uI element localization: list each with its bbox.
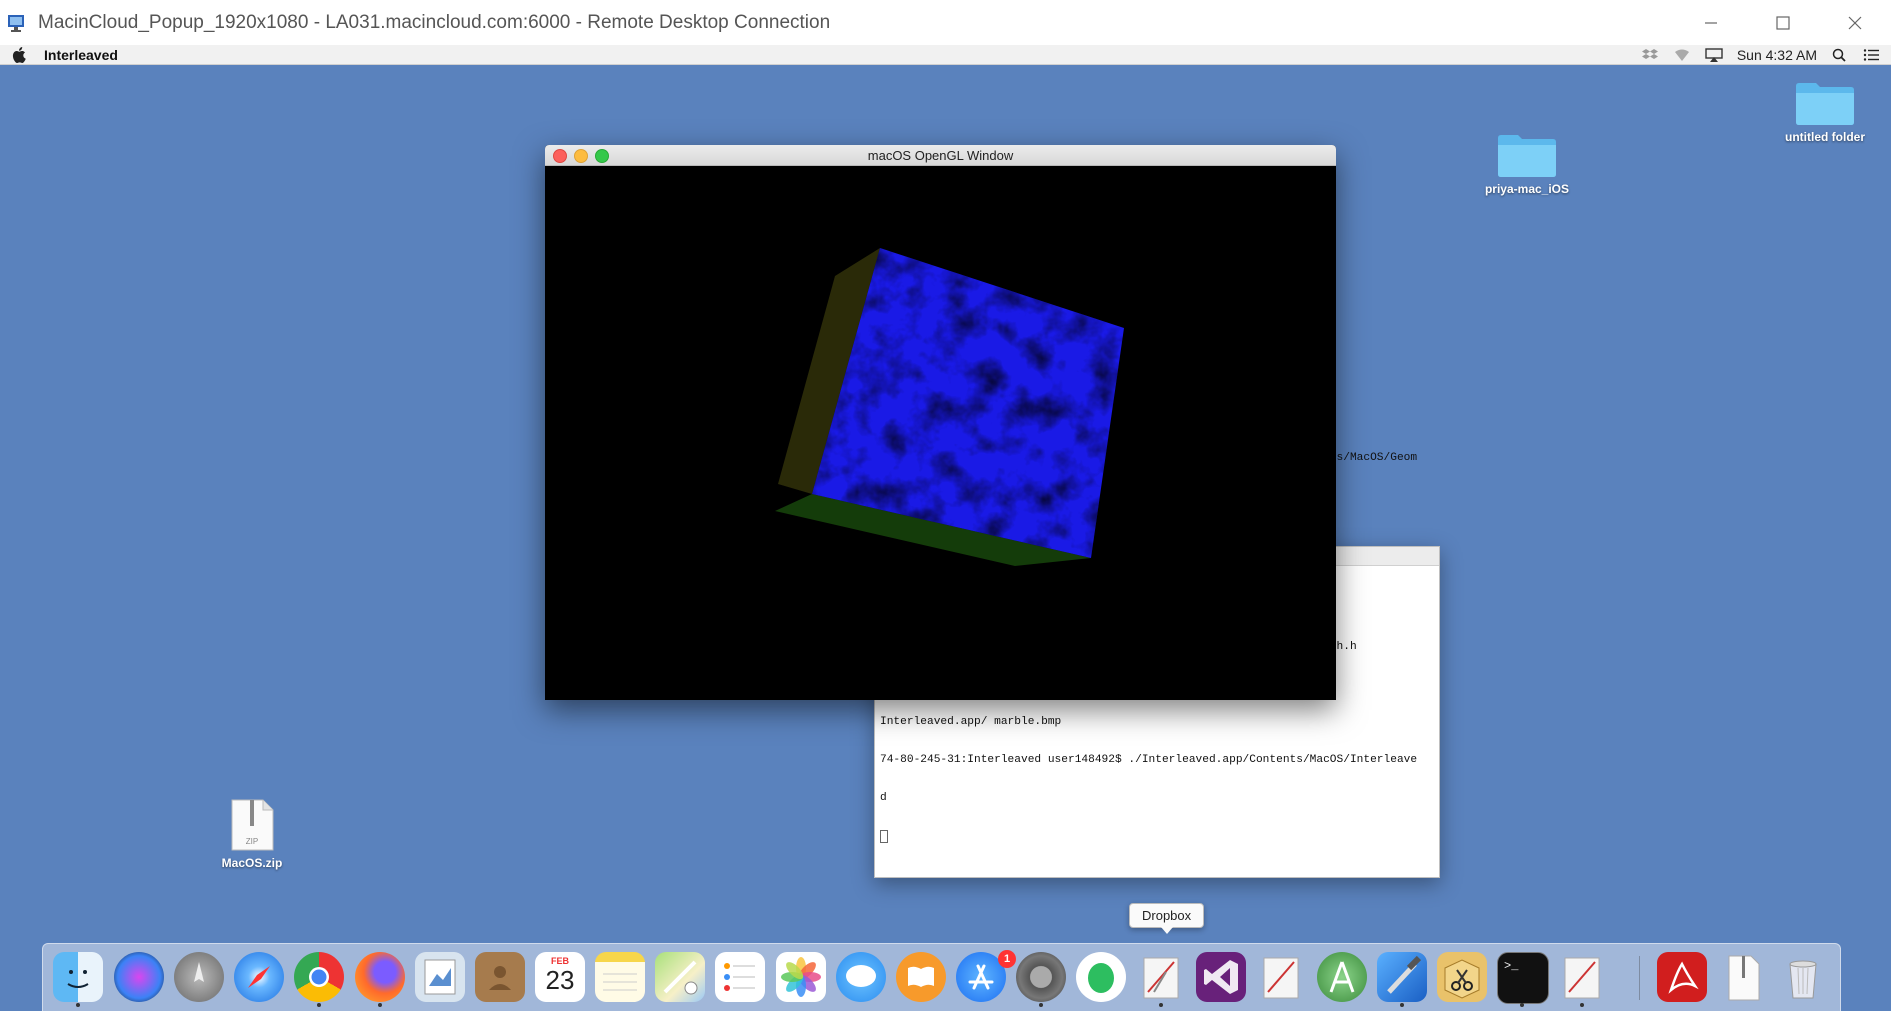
rdp-window-title: MacinCloud_Popup_1920x1080 - LA031.macin… [38, 11, 831, 33]
trash-icon[interactable] [1778, 952, 1828, 1002]
dock-tooltip: Dropbox [1129, 903, 1205, 934]
running-indicator [1159, 1003, 1163, 1007]
running-indicator [1580, 1003, 1584, 1007]
folder-label: untitled folder [1785, 130, 1865, 144]
folder-icon [1498, 135, 1556, 177]
maximize-button[interactable] [1747, 0, 1819, 45]
system-preferences-icon[interactable] [1016, 952, 1066, 1002]
siri-icon[interactable] [114, 952, 164, 1002]
android-studio-icon[interactable] [1317, 952, 1367, 1002]
desktop-folder-priya[interactable]: priya-mac_iOS [1472, 132, 1582, 196]
notification-center-icon[interactable] [1863, 48, 1881, 62]
folder-label: priya-mac_iOS [1484, 182, 1570, 196]
close-button[interactable] [1819, 0, 1891, 45]
messages-icon[interactable] [836, 952, 886, 1002]
window-zoom-button[interactable] [595, 149, 609, 163]
window-minimize-button[interactable] [574, 149, 588, 163]
dock: FEB 23 1 >_ [42, 943, 1841, 1011]
running-indicator [1400, 1003, 1404, 1007]
terminal-icon[interactable]: >_ [1497, 952, 1549, 1004]
close-icon [1848, 16, 1862, 29]
terminal-line: Interleaved.app/ marble.bmp [880, 716, 1062, 729]
wifi-icon[interactable] [1673, 48, 1691, 62]
window-close-button[interactable] [553, 149, 567, 163]
running-indicator [76, 1003, 80, 1007]
photos-icon[interactable] [776, 952, 826, 1002]
minimize-button[interactable] [1675, 0, 1747, 45]
appstore-update-badge: 1 [998, 950, 1016, 968]
folder-icon [1796, 83, 1854, 125]
running-indicator [1039, 1003, 1043, 1007]
launchpad-icon[interactable] [174, 952, 224, 1002]
textedit-icon[interactable] [1136, 952, 1186, 1002]
zip-badge-text: ZIP [246, 837, 258, 846]
opengl-window-title: macOS OpenGL Window [867, 147, 1014, 163]
contacts-icon[interactable] [475, 952, 525, 1002]
desktop-folder-untitled[interactable]: untitled folder [1770, 80, 1880, 144]
calendar-icon[interactable]: FEB 23 [535, 952, 585, 1002]
chrome-icon[interactable] [294, 952, 344, 1002]
document-icon[interactable] [1557, 952, 1607, 1002]
airplay-icon[interactable] [1705, 47, 1723, 62]
utilities-icon[interactable] [1437, 952, 1487, 1002]
dock-separator [1639, 956, 1640, 1000]
calendar-day: 23 [545, 965, 575, 995]
safari-icon[interactable] [234, 952, 284, 1002]
menubar-clock[interactable]: Sun 4:32 AM [1737, 47, 1817, 63]
terminal-line: d [880, 791, 887, 804]
remote-desktop-icon [8, 14, 24, 32]
spotlight-search-icon[interactable] [1831, 48, 1849, 62]
running-indicator [378, 1003, 382, 1007]
terminal-line: 74-80-245-31:Interleaved user148492$ ./I… [880, 754, 1418, 767]
maximize-icon [1776, 15, 1790, 30]
active-app-name[interactable]: Interleaved [44, 47, 118, 63]
opengl-window-titlebar[interactable]: macOS OpenGL Window [545, 145, 1336, 166]
minimize-icon [1705, 21, 1717, 24]
visual-studio-icon[interactable] [1196, 952, 1246, 1002]
reminders-icon[interactable] [715, 952, 765, 1002]
terminal-cursor [880, 829, 888, 843]
maps-icon[interactable] [655, 952, 705, 1002]
evernote-icon[interactable] [1076, 952, 1126, 1002]
desktop-file-macos-zip[interactable]: ZIP MacOS.zip [197, 798, 307, 870]
opengl-canvas[interactable] [545, 166, 1336, 700]
zip-file-icon: ZIP [231, 799, 274, 851]
apple-menu-icon[interactable] [12, 46, 26, 63]
opengl-window[interactable]: macOS OpenGL Window [545, 145, 1336, 700]
mac-menubar: Interleaved Sun 4:32 AM [0, 45, 1891, 65]
terminal-prompt: >_ [1504, 959, 1519, 973]
finder-icon[interactable] [53, 952, 103, 1002]
acrobat-icon[interactable] [1657, 952, 1707, 1002]
books-icon[interactable] [896, 952, 946, 1002]
file-label: MacOS.zip [221, 856, 283, 870]
running-indicator [1520, 1003, 1524, 1007]
xcode-icon[interactable] [1377, 952, 1427, 1002]
zip-icon[interactable] [1717, 952, 1767, 1002]
document-icon[interactable] [1256, 952, 1306, 1002]
dropbox-menu-icon[interactable] [1641, 48, 1659, 62]
notes-icon[interactable] [595, 952, 645, 1002]
preview-icon[interactable] [415, 952, 465, 1002]
rdp-titlebar: MacinCloud_Popup_1920x1080 - LA031.macin… [0, 0, 1891, 45]
firefox-icon[interactable] [355, 952, 405, 1002]
running-indicator [317, 1003, 321, 1007]
